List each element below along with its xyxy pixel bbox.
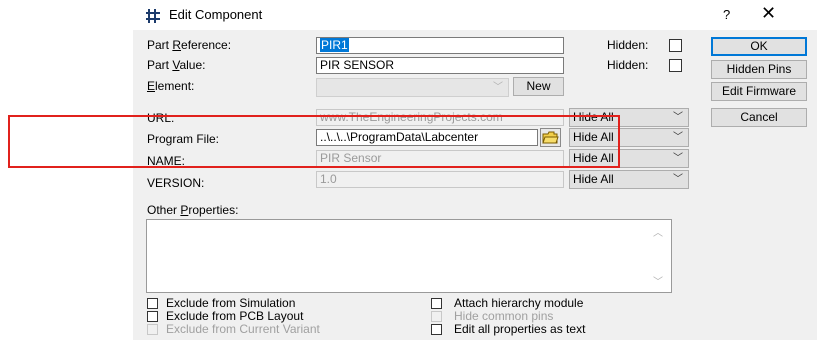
hide-common-pins-checkbox[interactable] [431,311,442,322]
exclude-pcb-label: Exclude from PCB Layout [166,309,304,323]
part-reference-input[interactable]: PIR1 [316,37,564,54]
help-button[interactable]: ? [723,7,730,22]
version-label: VERSION: [147,176,205,190]
element-select[interactable]: ﹀ [316,78,509,97]
other-properties-label: Other Properties: [147,203,239,217]
part-value-hidden-label: Hidden: [607,58,649,72]
component-icon [146,9,160,23]
new-element-button[interactable]: New [513,77,564,96]
part-reference-hidden-checkbox[interactable] [669,39,682,52]
part-reference-hidden-label: Hidden: [607,38,649,52]
close-button[interactable]: ✕ [761,4,776,22]
exclude-pcb-checkbox[interactable] [147,311,158,322]
part-value-input[interactable]: PIR SENSOR [316,57,564,74]
hide-common-pins-label: Hide common pins [454,309,554,323]
window-title: Edit Component [169,7,263,22]
edit-firmware-button[interactable]: Edit Firmware [711,82,807,101]
chevron-down-icon: ﹀ [673,174,683,185]
edit-as-text-checkbox[interactable] [431,324,442,335]
edit-as-text-label: Edit all properties as text [454,322,586,336]
part-value-hidden-checkbox[interactable] [669,59,682,72]
title-bar: Edit Component ? ✕ [133,0,817,30]
cancel-button[interactable]: Cancel [711,108,807,127]
version-visibility-select[interactable]: Hide All ﹀ [569,170,689,189]
element-label: Element: [147,79,195,93]
action-buttons-panel: OK Hidden Pins Edit Firmware Cancel [701,30,817,340]
chevron-down-icon: ﹀ [673,153,683,164]
part-value-label: Part Value: [147,58,206,72]
attach-hierarchy-label: Attach hierarchy module [454,296,584,310]
exclude-variant-label: Exclude from Current Variant [166,322,320,336]
version-input[interactable]: 1.0 [316,171,564,188]
hidden-pins-button[interactable]: Hidden Pins [711,60,807,79]
properties-panel: Part Reference: PIR1 Hidden: Part Value:… [133,30,701,340]
scroll-down-icon[interactable]: ﹀ [653,273,663,288]
exclude-simulation-label: Exclude from Simulation [166,296,296,310]
edit-component-dialog: Edit Component ? ✕ Part Reference: PIR1 … [133,0,817,340]
exclude-variant-checkbox[interactable] [147,324,158,335]
other-properties-textarea[interactable]: ︿ ﹀ [146,219,672,293]
scroll-up-icon[interactable]: ︿ [653,224,663,239]
chevron-down-icon: ﹀ [673,112,683,123]
program-file-highlight-box [8,115,620,168]
chevron-down-icon: ﹀ [673,132,683,143]
exclude-simulation-checkbox[interactable] [147,298,158,309]
part-reference-label: Part Reference: [147,38,232,52]
attach-hierarchy-checkbox[interactable] [431,298,442,309]
chevron-down-icon: ﹀ [493,82,503,93]
ok-button[interactable]: OK [711,37,807,56]
